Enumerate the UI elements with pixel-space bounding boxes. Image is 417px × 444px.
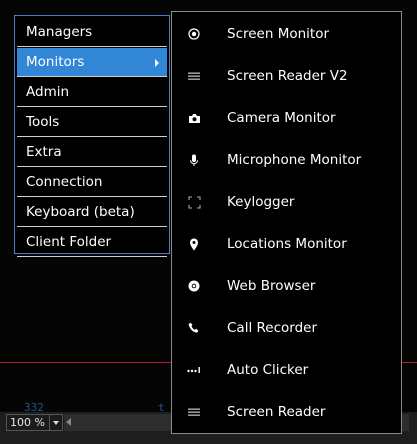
submenu-item-label: Auto Clicker <box>227 362 309 378</box>
menu-item-tools[interactable]: Tools <box>17 108 167 137</box>
menu-item-label: Extra <box>26 144 62 160</box>
menu-item-label: Connection <box>26 174 103 190</box>
lines-icon <box>187 405 201 419</box>
submenu-item-camera-monitor[interactable]: Camera Monitor <box>173 97 401 139</box>
submenu-item-label: Locations Monitor <box>227 236 347 252</box>
menu-item-client-folder[interactable]: Client Folder <box>17 228 167 257</box>
menu-item-managers[interactable]: Managers <box>17 18 167 47</box>
lines-icon <box>187 69 201 83</box>
menu-item-label: Keyboard (beta) <box>26 204 135 220</box>
phone-icon <box>187 321 201 335</box>
scroll-left-icon[interactable] <box>66 418 71 426</box>
camera-icon <box>187 111 201 125</box>
submenu-item-label: Screen Monitor <box>227 26 330 42</box>
microphone-icon <box>187 153 201 167</box>
submenu-item-auto-clicker[interactable]: Auto Clicker <box>173 349 401 391</box>
submenu-item-keylogger[interactable]: Keylogger <box>173 181 401 223</box>
chrome-icon <box>187 279 201 293</box>
zoom-select[interactable]: 100 % <box>6 414 63 431</box>
submenu-item-label: Call Recorder <box>227 320 317 336</box>
menu-item-label: Client Folder <box>26 234 112 250</box>
menu-item-keyboard-beta[interactable]: Keyboard (beta) <box>17 198 167 227</box>
context-menu: Managers Monitors Admin Tools Extra Conn… <box>14 15 170 257</box>
submenu-item-label: Camera Monitor <box>227 110 336 126</box>
submenu-item-label: Screen Reader <box>227 404 326 420</box>
submenu-item-locations-monitor[interactable]: Locations Monitor <box>173 223 401 265</box>
submenu-item-screen-monitor[interactable]: Screen Monitor <box>173 13 401 55</box>
chevron-down-icon <box>53 420 59 425</box>
menu-item-admin[interactable]: Admin <box>17 78 167 107</box>
submenu-item-microphone-monitor[interactable]: Microphone Monitor <box>173 139 401 181</box>
zoom-value: 100 % <box>10 416 45 429</box>
submenu-item-label: Keylogger <box>227 194 295 210</box>
menu-item-extra[interactable]: Extra <box>17 138 167 167</box>
dashed-frame-icon <box>187 195 201 209</box>
zoom-dropdown-button[interactable] <box>49 415 62 430</box>
submenu-item-screen-reader-v2[interactable]: Screen Reader V2 <box>173 55 401 97</box>
dots-cursor-icon <box>187 363 201 377</box>
location-pin-icon <box>187 237 201 251</box>
submenu-item-label: Screen Reader V2 <box>227 68 348 84</box>
submenu-arrow-icon <box>155 59 159 67</box>
menu-item-connection[interactable]: Connection <box>17 168 167 197</box>
submenu-item-web-browser[interactable]: Web Browser <box>173 265 401 307</box>
menu-item-label: Managers <box>26 24 93 40</box>
submenu-item-call-recorder[interactable]: Call Recorder <box>173 307 401 349</box>
menu-item-monitors[interactable]: Monitors <box>17 48 167 77</box>
menu-item-label: Tools <box>26 114 60 130</box>
submenu-item-screen-reader[interactable]: Screen Reader <box>173 391 401 433</box>
monitors-submenu: Screen Monitor Screen Reader V2 Camera M… <box>171 11 402 434</box>
radio-dot-icon <box>187 27 201 41</box>
menu-item-label: Monitors <box>26 54 85 70</box>
menu-item-label: Admin <box>26 84 70 100</box>
submenu-item-label: Web Browser <box>227 278 316 294</box>
submenu-item-label: Microphone Monitor <box>227 152 362 168</box>
